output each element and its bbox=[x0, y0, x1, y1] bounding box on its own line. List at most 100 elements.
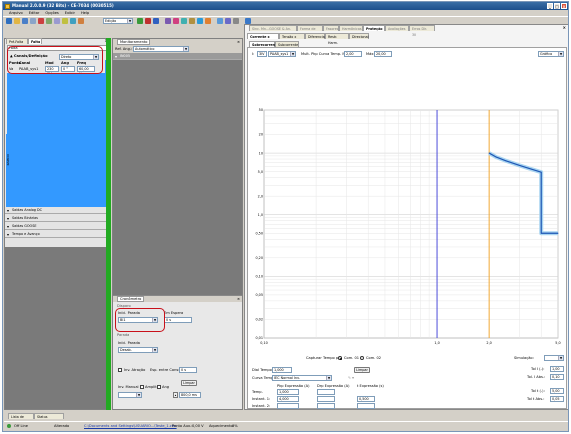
play-icon[interactable] bbox=[137, 18, 143, 24]
series-point bbox=[488, 152, 490, 154]
channel-type-value: 3IV bbox=[259, 52, 265, 56]
row-inst1-t-input[interactable]: 0,500 bbox=[357, 396, 375, 402]
menu-help[interactable]: Help bbox=[81, 11, 89, 15]
inv-manual-select[interactable]: ▼ bbox=[118, 392, 142, 398]
cut-icon[interactable] bbox=[38, 18, 44, 24]
menu-file[interactable]: Arquivo bbox=[9, 11, 23, 15]
settings-icon[interactable] bbox=[233, 18, 239, 24]
status-path[interactable]: C:\Documents and Settings\USUARIO...\Tes… bbox=[84, 422, 177, 430]
undo-icon[interactable] bbox=[62, 18, 68, 24]
tab-pre-falta[interactable]: Pré-Falta bbox=[6, 38, 28, 44]
maximize-button[interactable]: □ bbox=[554, 3, 560, 9]
row-inst2-t-input[interactable] bbox=[357, 403, 375, 409]
help-icon[interactable] bbox=[225, 18, 231, 24]
row-inst1-drp-input[interactable] bbox=[317, 396, 335, 402]
amplit-checkbox[interactable] bbox=[140, 385, 144, 389]
section-binarias[interactable]: ▾ Saídas Binárias bbox=[5, 215, 109, 222]
redo-icon[interactable] bbox=[70, 18, 76, 24]
mode-select[interactable]: Edição ▼ bbox=[103, 18, 133, 24]
tol-i-input[interactable]: 1,00 bbox=[550, 366, 564, 372]
amp-value-input[interactable]: 800,0 ms bbox=[179, 392, 201, 398]
tol-t-abs-input[interactable]: 0,05 bbox=[550, 396, 564, 402]
x-tick-label: 1,0 bbox=[434, 341, 439, 345]
section-goose[interactable]: ▾ Saídas GOOSE bbox=[5, 223, 109, 230]
tab-diferencial[interactable]: Diferencial bbox=[305, 33, 326, 39]
minimize-button[interactable]: _ bbox=[547, 3, 553, 9]
inicio-parada2-select[interactable]: Desab. ▼ bbox=[118, 347, 158, 353]
tab-restr-harm[interactable]: Restr. Harm. bbox=[325, 33, 349, 45]
row-temp-pkp-input[interactable]: 1,000 bbox=[277, 389, 299, 395]
tab-tensao-tempo[interactable]: Tensão x tempo bbox=[279, 33, 305, 45]
channel-type-select[interactable]: 3IV bbox=[257, 51, 267, 57]
tab-corrente-tempo[interactable]: Corrente x tempo bbox=[247, 33, 279, 45]
menu-edit[interactable]: Editar bbox=[29, 11, 40, 15]
channel-select[interactable]: PAAB_sys1 ▼ bbox=[268, 51, 296, 57]
row-temp-drp-input[interactable] bbox=[317, 389, 335, 395]
radio-com01[interactable] bbox=[338, 356, 342, 360]
limpar-button[interactable]: Limpar bbox=[181, 380, 197, 386]
close-button[interactable]: × bbox=[561, 3, 567, 9]
new-icon[interactable] bbox=[6, 18, 12, 24]
save-icon[interactable] bbox=[22, 18, 28, 24]
y-tick-label: 0,10 bbox=[255, 275, 263, 279]
grafico-select[interactable]: Gráfico ▼ bbox=[538, 51, 564, 57]
ang-checkbox[interactable] bbox=[157, 385, 161, 389]
pause-icon[interactable] bbox=[153, 18, 159, 24]
highlight-box-trigger bbox=[115, 308, 165, 332]
radio-com02[interactable] bbox=[360, 356, 364, 360]
config-icon[interactable] bbox=[78, 18, 84, 24]
row-inst1-pkp-input[interactable]: 4,000 bbox=[277, 396, 299, 402]
mult-min-input[interactable]: 2,00 bbox=[344, 51, 362, 57]
warning-icon[interactable] bbox=[205, 18, 211, 24]
tab-sinc[interactable]: Sinc. Mn...GOOSE & An. DC bbox=[249, 25, 297, 37]
ref-ang-select[interactable]: Automático ▼ bbox=[133, 46, 189, 52]
graph-icon[interactable] bbox=[173, 18, 179, 24]
tab-fasores[interactable]: Fasores bbox=[323, 25, 339, 31]
close-icon[interactable]: × bbox=[237, 296, 240, 302]
time-current-chart[interactable]: 5020105,02,01,00,500,200,100,050,020,010… bbox=[252, 106, 566, 354]
sync-icon[interactable] bbox=[197, 18, 203, 24]
section-analog-dc[interactable]: ▾ Saídas Analog DC bbox=[5, 207, 109, 214]
chart-icon[interactable] bbox=[165, 18, 171, 24]
simulacao-select[interactable]: ▼ bbox=[544, 355, 564, 361]
copy-icon[interactable] bbox=[46, 18, 52, 24]
refresh-icon[interactable] bbox=[217, 18, 223, 24]
radio-com02-label: Com. 02 bbox=[366, 356, 382, 360]
menu-options[interactable]: Opções bbox=[45, 11, 58, 15]
tol-i-abs-input[interactable]: 0,10 bbox=[550, 374, 564, 380]
em-espera-input[interactable]: 0 s bbox=[164, 317, 192, 323]
dial-tempo-input[interactable]: 1,000 bbox=[272, 367, 292, 373]
stop-icon[interactable] bbox=[145, 18, 151, 24]
menu-view[interactable]: Exibir bbox=[65, 11, 75, 15]
tab-harmonicas[interactable]: Harmônicas bbox=[339, 25, 363, 31]
tab-erros[interactable]: Erros Dir. 3II bbox=[409, 25, 435, 37]
spin-icon[interactable]: ▴ bbox=[173, 392, 178, 398]
channel-list-area[interactable] bbox=[11, 74, 108, 207]
max-input[interactable]: 20,00 bbox=[374, 51, 392, 57]
row-inst2-drp-input[interactable] bbox=[317, 403, 335, 409]
tab-direcional[interactable]: Direcional bbox=[349, 33, 369, 39]
tab-status-protecao[interactable]: Status Proteção bbox=[34, 413, 64, 425]
tol-t-input[interactable]: 5,00 bbox=[550, 388, 564, 394]
curva-tempo-select[interactable]: IEC Normal Inv. ▼ bbox=[272, 375, 332, 381]
tab-protecao[interactable]: Proteção bbox=[363, 25, 385, 31]
open-icon[interactable] bbox=[14, 18, 20, 24]
section-tempo-label: Tempo e Avanço bbox=[12, 232, 40, 236]
table-icon[interactable] bbox=[181, 18, 187, 24]
esp-entre-cons-input[interactable]: 0 s bbox=[179, 367, 197, 373]
tab-forma-onda[interactable]: Forma de Onda bbox=[297, 25, 323, 37]
section-tempo[interactable]: ▾ Tempo e Avanço bbox=[5, 231, 109, 238]
print-icon[interactable] bbox=[30, 18, 36, 24]
splitter-left[interactable] bbox=[106, 38, 111, 410]
inv-atracao-checkbox[interactable] bbox=[118, 368, 122, 372]
tab-falta[interactable]: Falta bbox=[28, 38, 42, 44]
report-icon[interactable] bbox=[189, 18, 195, 24]
tab-lista-erros[interactable]: Lista de Erros bbox=[8, 413, 34, 425]
row-inst2-pkp-input[interactable] bbox=[277, 403, 299, 409]
limpar-right-button[interactable]: Limpar bbox=[354, 367, 370, 373]
paste-icon[interactable] bbox=[54, 18, 60, 24]
edit-icons[interactable]: ✎ ▾ bbox=[348, 376, 354, 380]
section-in005[interactable]: ▾ IN005 bbox=[113, 53, 242, 60]
close-icon[interactable]: × bbox=[563, 25, 566, 30]
tab-avaliacoes[interactable]: Avaliações bbox=[385, 25, 409, 31]
